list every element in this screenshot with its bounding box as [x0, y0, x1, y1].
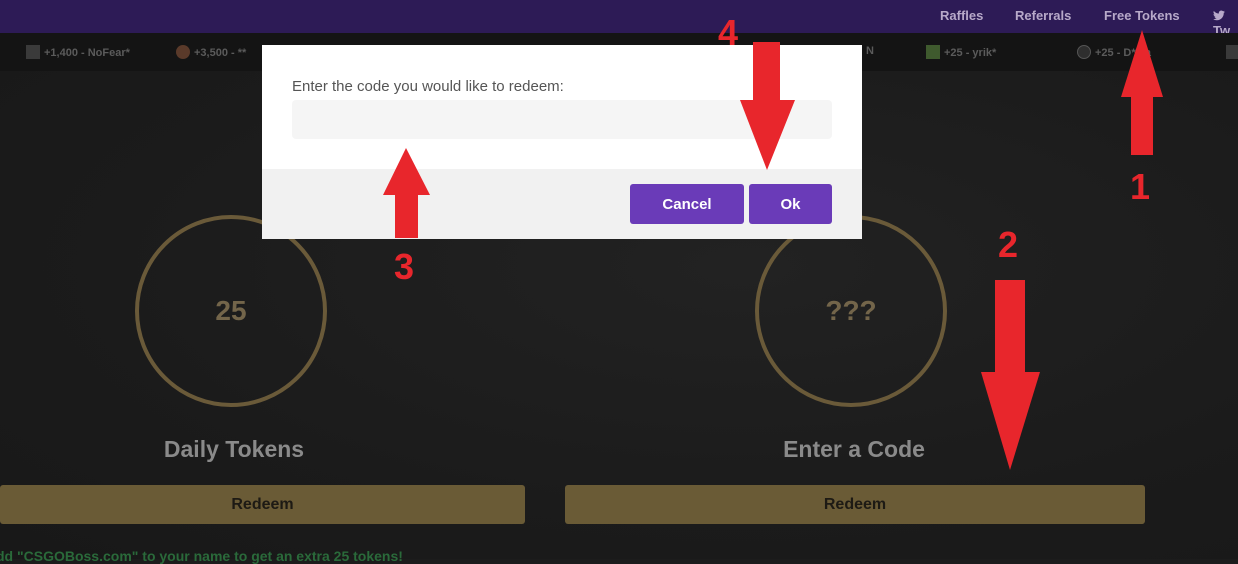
annotation-label-1: 1	[1130, 166, 1151, 207]
annotation-label-2: 2	[998, 224, 1019, 265]
annotation-arrow-4	[740, 42, 795, 170]
annotation-label-3: 3	[394, 246, 415, 287]
annotation-arrows	[383, 30, 1163, 470]
annotation-label-4: 4	[718, 12, 739, 53]
annotation-arrow-2	[981, 280, 1040, 470]
annotation-arrow-1	[1121, 30, 1163, 155]
annotation-arrow-3	[383, 148, 430, 238]
